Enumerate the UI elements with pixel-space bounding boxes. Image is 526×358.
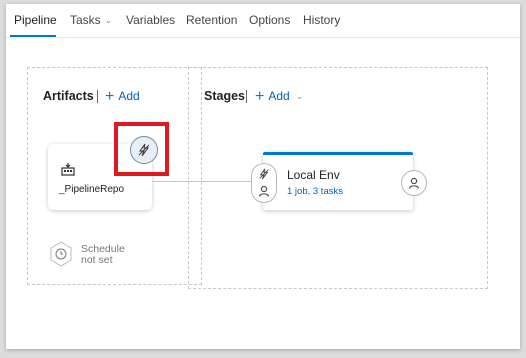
divider xyxy=(97,90,98,103)
schedule-value: not set xyxy=(81,254,113,266)
tab-tasks[interactable]: Tasks ⌄ xyxy=(70,13,112,27)
lightning-trigger-icon[interactable] xyxy=(258,168,270,180)
clock-icon[interactable] xyxy=(49,241,73,267)
highlight-annotation-box xyxy=(114,122,169,176)
person-icon[interactable] xyxy=(258,185,270,197)
divider xyxy=(246,90,247,103)
build-artifact-icon xyxy=(61,163,75,176)
tab-history[interactable]: History xyxy=(303,13,340,27)
pre-deployment-conditions[interactable] xyxy=(251,163,277,203)
active-tab-indicator xyxy=(10,35,56,37)
chevron-down-icon: ⌄ xyxy=(295,91,304,101)
tab-pipeline[interactable]: Pipeline xyxy=(14,13,57,27)
stage-name: Local Env xyxy=(287,168,340,182)
stage-card[interactable]: Local Env 1 job, 3 tasks xyxy=(263,152,413,210)
tab-retention[interactable]: Retention xyxy=(186,13,237,27)
plus-icon: + xyxy=(255,88,265,105)
release-pipeline-editor: Pipeline Tasks ⌄ Variables Retention Opti… xyxy=(6,4,520,349)
stage-accent-bar xyxy=(263,152,413,155)
add-artifact-button[interactable]: + Add xyxy=(105,87,140,105)
artifact-name: _PipelineRepo xyxy=(59,184,125,195)
chevron-down-icon: ⌄ xyxy=(104,15,113,25)
artifact-stage-connector xyxy=(152,181,252,182)
stages-title: Stages xyxy=(204,89,245,103)
add-stage-button[interactable]: + Add ⌄ xyxy=(255,87,303,105)
stage-jobs-link[interactable]: 1 job, 3 tasks xyxy=(287,186,343,197)
artifacts-title: Artifacts xyxy=(43,89,94,103)
person-icon xyxy=(408,177,420,189)
tab-bar: Pipeline Tasks ⌄ Variables Retention Opti… xyxy=(6,4,520,38)
schedule-status[interactable]: Schedule not set xyxy=(81,244,125,266)
tab-options[interactable]: Options xyxy=(249,13,290,27)
tab-variables[interactable]: Variables xyxy=(126,13,175,27)
post-deployment-approvers-button[interactable] xyxy=(401,170,427,196)
plus-icon: + xyxy=(105,88,115,105)
